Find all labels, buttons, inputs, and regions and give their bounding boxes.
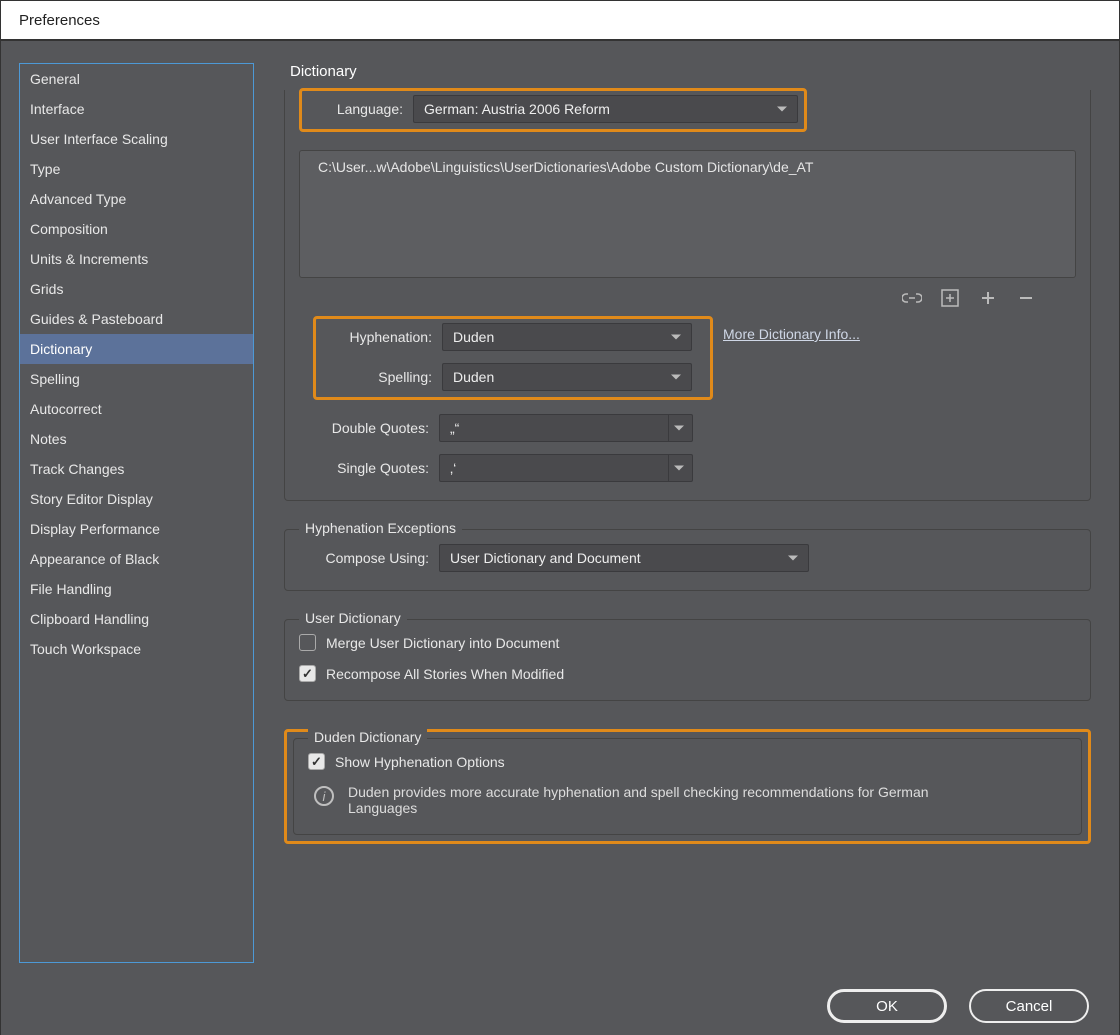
merge-label: Merge User Dictionary into Document — [326, 635, 559, 651]
highlight-hyph-spell: Hyphenation: Duden Spelling: Duden — [313, 316, 713, 400]
single-quotes-label: Single Quotes: — [313, 460, 439, 476]
show-hyphenation-label: Show Hyphenation Options — [335, 754, 505, 770]
hyphenation-label: Hyphenation: — [322, 329, 442, 345]
chevron-down-icon[interactable] — [668, 415, 692, 441]
sidebar-item-display-performance[interactable]: Display Performance — [20, 514, 253, 544]
more-dictionary-info-link[interactable]: More Dictionary Info... — [723, 326, 860, 342]
dictionary-path-box[interactable]: C:\User...w\Adobe\Linguistics\UserDictio… — [299, 150, 1076, 278]
compose-using-value: User Dictionary and Document — [450, 550, 641, 566]
single-quotes-select[interactable]: ‚‘ — [439, 454, 693, 482]
info-icon: i — [314, 786, 334, 806]
double-quotes-label: Double Quotes: — [313, 420, 439, 436]
sidebar-item-interface[interactable]: Interface — [20, 94, 253, 124]
recompose-checkbox[interactable] — [299, 665, 316, 682]
dictionary-path: C:\User...w\Adobe\Linguistics\UserDictio… — [318, 159, 813, 175]
highlight-language: Language: German: Austria 2006 Reform — [299, 88, 807, 132]
highlight-duden: Duden Dictionary Show Hyphenation Option… — [284, 729, 1091, 844]
workspace: GeneralInterfaceUser Interface ScalingTy… — [1, 41, 1119, 1035]
sidebar-item-story-editor-display[interactable]: Story Editor Display — [20, 484, 253, 514]
language-select[interactable]: German: Austria 2006 Reform — [413, 95, 798, 123]
sidebar-item-user-interface-scaling[interactable]: User Interface Scaling — [20, 124, 253, 154]
relink-icon[interactable] — [902, 288, 922, 308]
duden-legend: Duden Dictionary — [308, 729, 427, 745]
user-dict-legend: User Dictionary — [299, 610, 407, 626]
spelling-label: Spelling: — [322, 369, 442, 385]
sidebar-item-advanced-type[interactable]: Advanced Type — [20, 184, 253, 214]
minus-icon[interactable] — [1016, 288, 1036, 308]
window-titlebar: Preferences — [1, 1, 1119, 41]
single-quotes-value: ‚‘ — [450, 460, 456, 476]
chevron-down-icon[interactable] — [668, 455, 692, 481]
language-label: Language: — [308, 101, 413, 117]
sidebar-item-clipboard-handling[interactable]: Clipboard Handling — [20, 604, 253, 634]
recompose-label: Recompose All Stories When Modified — [326, 666, 564, 682]
spelling-value: Duden — [453, 369, 494, 385]
sidebar-item-general[interactable]: General — [20, 64, 253, 94]
spelling-select[interactable]: Duden — [442, 363, 692, 391]
window-title: Preferences — [19, 12, 100, 29]
hyph-exceptions-legend: Hyphenation Exceptions — [299, 520, 462, 536]
sidebar-item-composition[interactable]: Composition — [20, 214, 253, 244]
sidebar-item-dictionary[interactable]: Dictionary — [20, 334, 253, 364]
add-box-icon[interactable] — [940, 288, 960, 308]
sidebar-item-autocorrect[interactable]: Autocorrect — [20, 394, 253, 424]
dictionary-toolbar — [299, 284, 1076, 316]
sidebar: GeneralInterfaceUser Interface ScalingTy… — [19, 63, 254, 963]
merge-checkbox[interactable] — [299, 634, 316, 651]
plus-icon[interactable] — [978, 288, 998, 308]
language-value: German: Austria 2006 Reform — [424, 101, 610, 117]
sidebar-item-units-increments[interactable]: Units & Increments — [20, 244, 253, 274]
double-quotes-select[interactable]: „“ — [439, 414, 693, 442]
sidebar-item-notes[interactable]: Notes — [20, 424, 253, 454]
ok-button[interactable]: OK — [827, 989, 947, 1023]
sidebar-item-type[interactable]: Type — [20, 154, 253, 184]
duden-dictionary-group: Duden Dictionary Show Hyphenation Option… — [293, 738, 1082, 835]
compose-using-label: Compose Using: — [299, 550, 439, 566]
double-quotes-value: „“ — [450, 420, 459, 436]
sidebar-item-guides-pasteboard[interactable]: Guides & Pasteboard — [20, 304, 253, 334]
duden-info-text: Duden provides more accurate hyphenation… — [348, 784, 958, 816]
sidebar-item-grids[interactable]: Grids — [20, 274, 253, 304]
sidebar-item-track-changes[interactable]: Track Changes — [20, 454, 253, 484]
user-dictionary-group: User Dictionary Merge User Dictionary in… — [284, 619, 1091, 701]
sidebar-item-touch-workspace[interactable]: Touch Workspace — [20, 634, 253, 664]
page-title: Dictionary — [290, 63, 1091, 80]
compose-using-select[interactable]: User Dictionary and Document — [439, 544, 809, 572]
sidebar-item-appearance-of-black[interactable]: Appearance of Black — [20, 544, 253, 574]
cancel-button[interactable]: Cancel — [969, 989, 1089, 1023]
dictionary-group: Language: German: Austria 2006 Reform C:… — [284, 90, 1091, 501]
hyphenation-value: Duden — [453, 329, 494, 345]
hyphenation-exceptions-group: Hyphenation Exceptions Compose Using: Us… — [284, 529, 1091, 591]
show-hyphenation-checkbox[interactable] — [308, 753, 325, 770]
main-panel: Dictionary Language: German: Austria 200… — [254, 63, 1101, 1013]
sidebar-item-spelling[interactable]: Spelling — [20, 364, 253, 394]
sidebar-item-file-handling[interactable]: File Handling — [20, 574, 253, 604]
hyphenation-select[interactable]: Duden — [442, 323, 692, 351]
dialog-footer: OK Cancel — [827, 989, 1089, 1023]
